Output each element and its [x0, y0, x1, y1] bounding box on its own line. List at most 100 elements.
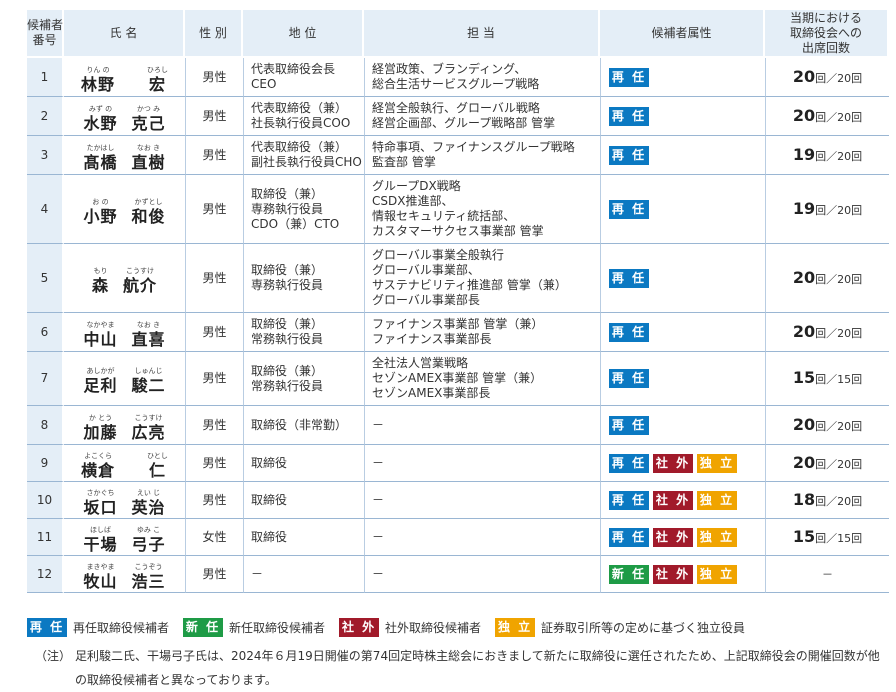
- candidate-attendance: 20回／20回: [765, 97, 889, 136]
- legend-badge-out: 社 外: [339, 618, 380, 637]
- candidate-attendance: 20回／20回: [765, 445, 889, 482]
- candidate-name-cell: もり森こうすけ 航介: [64, 244, 185, 313]
- family-name-group: さかぐち 坂口: [83, 486, 117, 516]
- badge-re: 再 任: [609, 322, 649, 342]
- candidate-number: 12: [27, 556, 64, 593]
- duty-line: 特命事項、ファイナンスグループ戦略: [372, 140, 575, 154]
- candidate-gender: 男性: [185, 352, 243, 406]
- badge-re: 再 任: [609, 453, 649, 473]
- table-row: 10 さかぐち 坂口 えい じ英治 男性 取締役－再 任社 外独 立 18回／20回: [27, 482, 889, 519]
- table-row: 11 ほしば 干場 ゆみ こ弓子 女性 取締役－再 任社 外独 立 15回／15回: [27, 519, 889, 556]
- given-name-group: なお き直喜: [132, 318, 166, 348]
- candidate-gender: 男性: [185, 244, 243, 313]
- candidate-duty: 全社法人営業戦略 セゾンAMEX事業部 管掌（兼） セゾンAMEX事業部長: [364, 352, 600, 406]
- footnote-label: （注）: [35, 649, 72, 663]
- duty-line: ファイナンス事業部長: [372, 332, 492, 346]
- candidate-attributes: 再 任: [600, 244, 765, 313]
- duty-line: グループDX戦略: [372, 179, 461, 193]
- candidate-name-block: さかぐち 坂口 えい じ英治: [64, 486, 185, 516]
- attendance-total: 回／20回: [815, 326, 863, 340]
- given-name-group: しゅんじ 駿二: [132, 364, 166, 394]
- header-attendance: 当期における 取締役会への 出席回数: [765, 10, 889, 58]
- table-row: 12 まきやま 牧山 こうぞう 浩三 男性－－新 任社 外独 立－: [27, 556, 889, 593]
- duty-line: セゾンAMEX事業部長: [372, 386, 491, 400]
- legend-text: 社外取締役候補者: [385, 621, 482, 635]
- candidate-name-block: か とう 加藤 こうすけ 広亮: [64, 411, 185, 442]
- family-name-group: か とう 加藤: [83, 411, 118, 442]
- attendance-count: 20: [792, 414, 816, 434]
- badge-out: 社 外: [653, 453, 693, 473]
- candidate-number: 6: [27, 313, 64, 352]
- family-name: 干場: [83, 534, 118, 554]
- attendance-count: 20: [792, 321, 816, 341]
- attendance-total: 回／15回: [815, 531, 863, 545]
- candidate-attendance: 20回／20回: [765, 244, 889, 313]
- candidate-attendance: 20回／20回: [765, 58, 889, 97]
- candidate-name-block: みず の水野 かつ み克己: [64, 102, 185, 132]
- position-line: 常務執行役員: [251, 378, 324, 393]
- candidate-duty: グローバル事業全般執行 グローバル事業部、 サステナビリティ推進部 管掌（兼） グロー…: [364, 244, 600, 313]
- attendance-total: 回／20回: [815, 110, 863, 124]
- candidate-name-block: なかやま 中山 なお き直喜: [64, 318, 185, 348]
- attribute-badges: 再 任: [601, 199, 765, 219]
- given-name-group: こうすけ 広亮: [131, 411, 166, 442]
- candidate-position: 代表取締役（兼） 社長執行役員COO: [243, 97, 364, 136]
- candidate-position: 取締役: [243, 519, 364, 556]
- duty-line: 経営政策、ブランディング、: [372, 62, 527, 76]
- candidate-name-block: たかはし 髙橋 なお き直樹: [64, 141, 185, 172]
- attendance-total: 回／20回: [815, 71, 863, 85]
- position-line: 社長執行役員COO: [251, 116, 351, 130]
- duty-line: グローバル事業部、: [372, 263, 480, 277]
- candidate-position: －: [243, 556, 364, 593]
- badge-re: 再 任: [609, 527, 649, 547]
- candidate-attributes: 再 任社 外独 立: [600, 482, 765, 519]
- legend-text: 再任取締役候補者: [73, 621, 170, 635]
- header-attendance-line3: 出席回数: [801, 40, 850, 55]
- family-name: 加藤: [83, 422, 118, 442]
- family-name-group: みず の水野: [83, 102, 117, 132]
- duty-line: グローバル事業全般執行: [372, 248, 504, 262]
- legend-item: 独 立証券取引所等の定めに基づく独立役員: [495, 618, 745, 637]
- candidate-attendance: 19回／20回: [765, 175, 889, 244]
- table-row: 4お の小野 かずとし 和俊 男性 取締役（兼） 専務執行役員 CDO（兼）CTO グループD…: [27, 175, 889, 244]
- position-line: 取締役（兼）: [251, 363, 324, 378]
- legend-badge-re: 再 任: [27, 618, 67, 637]
- candidate-attendance: 18回／20回: [765, 482, 889, 519]
- table-row: 2 みず の水野 かつ み克己 男性 代表取締役（兼） 社長執行役員COO 経営全般執行、グ…: [27, 97, 889, 136]
- badge-re: 再 任: [609, 369, 649, 388]
- given-name: 宏: [148, 74, 166, 94]
- candidate-position: 取締役（兼） 常務執行役員: [243, 313, 364, 352]
- given-name-group: なお き直樹: [132, 141, 166, 171]
- position-line: 常務執行役員: [251, 332, 324, 346]
- given-name-group: かずとし 和俊: [132, 195, 166, 225]
- given-name: 広亮: [131, 422, 166, 442]
- header-attendance-line2: 取締役会への: [789, 25, 862, 40]
- candidate-name-block: よこくら 横倉 ひとし仁: [64, 449, 185, 479]
- candidate-name-cell: お の小野 かずとし 和俊: [64, 175, 185, 244]
- header-attribute: 候補者属性: [600, 10, 765, 58]
- duty-line: －: [372, 529, 385, 544]
- position-line: 取締役: [251, 492, 288, 507]
- candidate-attendance: 15回／15回: [765, 352, 889, 406]
- candidate-duty: ファイナンス事業部 管掌（兼） ファイナンス事業部長: [364, 313, 600, 352]
- attribute-badges: 再 任: [601, 369, 765, 388]
- candidate-number: 8: [27, 406, 64, 445]
- family-name-group: たかはし 髙橋: [83, 141, 118, 172]
- candidate-attendance: －: [765, 556, 889, 593]
- candidate-number: 7: [27, 352, 64, 406]
- family-name: 髙橋: [83, 152, 118, 172]
- candidate-gender: 男性: [185, 406, 243, 445]
- candidate-number: 10: [27, 482, 64, 519]
- attribute-badges: 再 任社 外独 立: [601, 490, 765, 510]
- attribute-badges: 再 任: [601, 268, 765, 288]
- attendance-total: 回／20回: [815, 494, 863, 508]
- duty-line: 総合生活サービスグループ戦略: [372, 77, 540, 91]
- attribute-badges: 再 任: [601, 67, 765, 87]
- candidate-duty: －: [364, 482, 600, 519]
- family-name-group: あしかが 足利: [83, 364, 117, 394]
- candidate-duty: －: [364, 519, 600, 556]
- footnote-text: 足利駿二氏、干場弓子氏は、2024年６月19日開催の第74回定時株主総会におきま…: [75, 649, 880, 687]
- candidate-position: 取締役（兼） 専務執行役員: [243, 244, 364, 313]
- attribute-badges: 再 任社 外独 立: [601, 453, 765, 473]
- header-no: 候補者 番号: [27, 10, 64, 58]
